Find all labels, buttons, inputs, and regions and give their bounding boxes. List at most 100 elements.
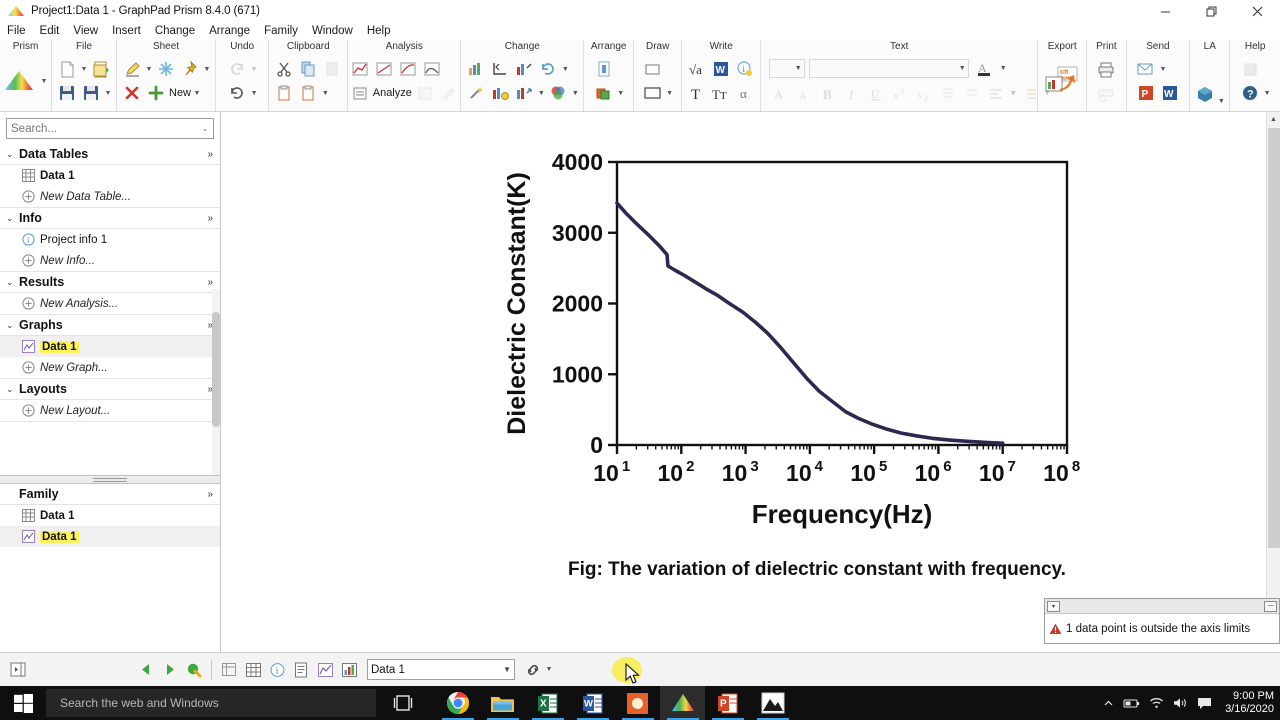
nonlinear-fit-icon[interactable] (397, 58, 419, 80)
resize-graph-icon[interactable] (513, 82, 535, 104)
menu-edit[interactable]: Edit (33, 22, 67, 40)
prism-icon[interactable] (660, 686, 705, 720)
color-scheme-icon[interactable] (547, 82, 569, 104)
curve-analysis-icon[interactable] (421, 58, 443, 80)
analyze-label[interactable]: Analyze (373, 87, 412, 99)
word-icon[interactable]: W (570, 686, 615, 720)
search-input[interactable] (11, 122, 201, 135)
nav-item-new-layout[interactable]: New Layout... (0, 400, 220, 421)
email-icon[interactable] (1135, 58, 1157, 80)
nav-item-new-info[interactable]: New Info... (0, 250, 220, 271)
analyze-button-icon[interactable] (349, 82, 371, 104)
pin-sheet-icon[interactable] (179, 58, 201, 80)
help-caret-icon[interactable]: ▼ (1263, 90, 1271, 97)
text-box-formatted-icon[interactable]: TT (710, 82, 732, 104)
greek-symbol-icon[interactable]: α (734, 82, 756, 104)
family-sheets-icon[interactable] (217, 658, 241, 682)
delete-sheet-icon[interactable] (121, 82, 143, 104)
font-size-caret-icon[interactable]: ▼ (794, 65, 802, 72)
restore-button[interactable] (1188, 0, 1234, 22)
nav-section-overflow-icon[interactable]: » (207, 277, 212, 288)
start-button[interactable] (0, 686, 46, 720)
previous-sheet-icon[interactable] (134, 658, 158, 682)
copy-icon[interactable] (297, 58, 319, 80)
linear-regression-icon[interactable] (373, 58, 395, 80)
paste-caret-icon[interactable]: ▼ (321, 90, 329, 97)
edit-sheet-caret-icon[interactable]: ▼ (145, 66, 153, 73)
menu-view[interactable]: View (66, 22, 105, 40)
nav-item-new-data-table[interactable]: New Data Table... (0, 186, 220, 207)
font-size-select[interactable]: ▼ (769, 59, 806, 78)
nav-section-header-info[interactable]: ⌄ Info » (0, 208, 220, 229)
chevron-down-icon[interactable]: ⌄ (6, 277, 19, 288)
nav-section-header-graphs[interactable]: ⌄ Graphs » (0, 315, 220, 336)
undo-icon[interactable] (226, 82, 248, 104)
draw-rect-outline-icon[interactable] (642, 58, 664, 80)
nav-section-header-layouts[interactable]: ⌄ Layouts » (0, 379, 220, 400)
document-vertical-scrollbar[interactable]: ▲ (1266, 112, 1280, 638)
paste-special-icon[interactable] (297, 82, 319, 104)
font-color-caret-icon[interactable]: ▼ (999, 65, 1007, 72)
wifi-icon[interactable] (1149, 697, 1164, 709)
scroll-up-arrow-icon[interactable]: ▲ (1267, 112, 1280, 126)
font-family-caret-icon[interactable]: ▼ (958, 65, 966, 72)
color-scheme-caret-icon[interactable]: ▼ (571, 90, 579, 97)
nav-item-data-table-data1[interactable]: Data 1 (0, 165, 220, 186)
nav-section-overflow-icon[interactable]: » (207, 149, 212, 160)
undo-caret-icon[interactable]: ▼ (250, 90, 258, 97)
dielectric-constant-chart[interactable]: 0 1000 2000 3000 4000 10 1 10 2 10 3 10 4 10 5 10 6 10 7 10… (487, 140, 1107, 610)
lab-archives-icon[interactable] (1194, 83, 1216, 105)
font-family-select[interactable]: ▼ (809, 59, 970, 78)
send-to-powerpoint-icon[interactable]: P (1135, 82, 1157, 104)
new-sheet-icon[interactable] (145, 82, 167, 104)
link-icon[interactable] (521, 658, 545, 682)
nav-item-graph-data1[interactable]: Data 1 (0, 336, 220, 357)
menu-family[interactable]: Family (257, 22, 305, 40)
menu-help[interactable]: Help (360, 22, 398, 40)
edit-sheet-icon[interactable] (121, 58, 143, 80)
family-overflow-icon[interactable]: » (207, 489, 212, 500)
chevron-down-icon[interactable]: ⌄ (6, 320, 19, 331)
search-box[interactable]: ⌄ (6, 118, 214, 139)
new-file-caret-icon[interactable]: ▼ (80, 66, 88, 73)
taskbar-search-box[interactable]: Search the web and Windows (46, 689, 376, 717)
link-caret-icon[interactable]: ▼ (545, 666, 553, 673)
draw-shape-icon[interactable] (642, 82, 664, 104)
nav-item-project-info-1[interactable]: i Project info 1 (0, 229, 220, 250)
export-icon[interactable]: tiff bmp (1042, 59, 1082, 103)
minimize-button[interactable] (1142, 0, 1188, 22)
file-explorer-icon[interactable] (480, 686, 525, 720)
menu-insert[interactable]: Insert (105, 22, 148, 40)
insert-info-icon[interactable]: i (734, 58, 756, 80)
family-header[interactable]: Family » (0, 484, 220, 505)
refresh-graph-icon[interactable] (537, 58, 559, 80)
resize-graph-caret-icon[interactable]: ▼ (537, 90, 545, 97)
sheet-selector-caret-icon[interactable]: ▼ (503, 665, 511, 674)
warning-minimize-button[interactable]: — (1264, 600, 1277, 612)
bring-to-front-icon[interactable] (593, 58, 615, 80)
cut-icon[interactable] (273, 58, 295, 80)
battery-icon[interactable] (1123, 698, 1140, 709)
sheet-selector[interactable]: Data 1 ▼ (367, 659, 515, 680)
chevron-down-icon[interactable]: ⌄ (6, 149, 19, 160)
insert-word-object-icon[interactable]: W (710, 58, 732, 80)
menu-arrange[interactable]: Arrange (202, 22, 257, 40)
save-icon[interactable] (56, 82, 78, 104)
nav-section-overflow-icon[interactable]: » (207, 213, 212, 224)
excel-icon[interactable]: X (525, 686, 570, 720)
prism-menu-button[interactable] (4, 59, 40, 103)
family-item-data-table[interactable]: Data 1 (0, 505, 220, 526)
chevron-down-icon[interactable]: ⌄ (6, 213, 19, 224)
change-graph-type-icon[interactable] (465, 58, 487, 80)
change-scale-icon[interactable] (513, 58, 535, 80)
menu-window[interactable]: Window (305, 22, 360, 40)
new-sheet-label[interactable]: New (169, 87, 191, 99)
taskbar-clock[interactable]: 9:00 PM 3/16/2020 (1221, 690, 1274, 716)
new-file-icon[interactable] (56, 58, 78, 80)
graph-sheet-icon[interactable] (313, 658, 337, 682)
photos-icon[interactable] (750, 686, 795, 720)
change-axes-icon[interactable] (489, 58, 511, 80)
task-view-icon[interactable] (380, 686, 425, 720)
close-button[interactable] (1234, 0, 1280, 22)
nav-section-header-results[interactable]: ⌄ Results » (0, 272, 220, 293)
